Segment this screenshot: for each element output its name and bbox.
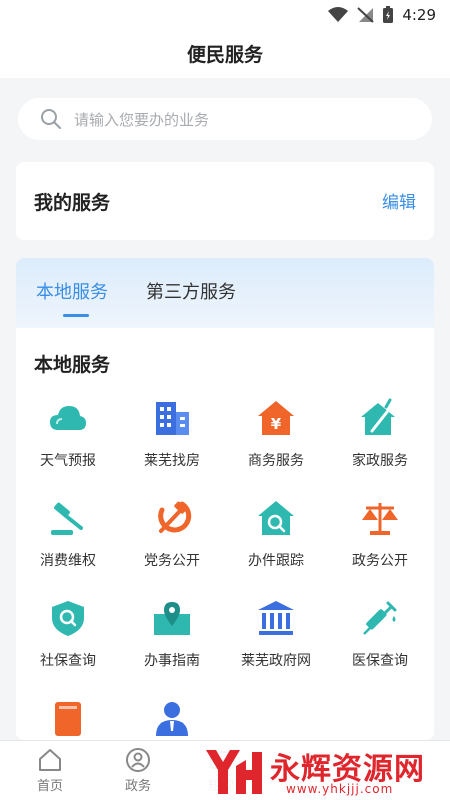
service-housing[interactable]: 莱芜找房 [120,390,224,490]
scales-icon [362,503,398,535]
service-housekeeping[interactable]: 家政服务 [328,390,432,490]
service-consumer-rights[interactable]: 消费维权 [16,490,120,590]
tab-government[interactable]: 政务 [103,747,173,794]
service-case-tracking[interactable]: 办件跟踪 [224,490,328,590]
service-gov-disclosure[interactable]: 政务公开 [328,490,432,590]
tab-local-services[interactable]: 本地服务 [36,278,108,304]
house-search-icon [258,501,294,535]
search-placeholder: 请输入您要办的业务 [74,110,210,129]
service-label: 莱芜政府网 [241,653,311,669]
status-time: 4:29 [402,6,436,24]
tab-home[interactable]: 首页 [15,747,85,794]
service-label: 党务公开 [144,553,200,569]
tab-third-party-services[interactable]: 第三方服务 [146,278,236,304]
service-label: 家政服务 [352,453,408,469]
service-business[interactable]: ¥ 商务服务 [224,390,328,490]
syringe-icon [363,601,397,635]
service-label: 消费维权 [40,553,96,569]
shield-search-icon [52,601,84,636]
watermark-url: www.yhkjjj.com [286,782,394,796]
page-title: 便民服务 [186,44,263,66]
service-weather[interactable]: 天气预报 [16,390,120,490]
house-yen-icon: ¥ [258,401,294,435]
watermark-logo [206,750,262,794]
battery-icon [383,6,394,23]
watermark: 永辉资源网 www.yhkjjj.com [196,742,450,800]
svg-text:¥: ¥ [271,415,282,433]
book-icon [55,702,81,736]
local-services-title: 本地服务 [34,354,111,376]
tab-active-indicator [63,314,89,317]
gavel-icon [51,502,83,535]
page-header: 便民服务 [0,32,450,78]
house-broom-icon [361,398,395,435]
service-label: 办件跟踪 [248,553,304,569]
wifi-icon [328,7,349,22]
service-gov-website[interactable]: 莱芜政府网 [224,590,328,690]
service-label: 政务公开 [352,553,408,569]
local-services-panel: 本地服务 天气预报 莱芜找房 ¥ 商务服务 家政服务 消费维权 党务公开 办件跟… [16,328,434,740]
status-bar: 4:29 [0,0,450,32]
service-label: 办事指南 [144,653,200,669]
service-medical-insurance[interactable]: 医保查询 [328,590,432,690]
my-services-card: 我的服务 编辑 [16,162,434,240]
government-icon [126,748,150,772]
edit-button[interactable]: 编辑 [382,188,416,213]
map-pin-icon [154,602,190,635]
service-party-affairs[interactable]: 党务公开 [120,490,224,590]
service-tabs: 本地服务 第三方服务 [16,258,434,328]
service-label: 商务服务 [248,453,304,469]
service-label: 天气预报 [40,453,96,469]
search-input[interactable]: 请输入您要办的业务 [18,98,432,140]
service-guide[interactable]: 办事指南 [120,590,224,690]
person-icon [156,702,188,736]
government-building-icon [258,601,294,635]
hammer-sickle-icon [158,501,192,533]
building-icon [156,402,189,435]
search-area: 请输入您要办的业务 [0,78,450,156]
my-services-title: 我的服务 [34,192,111,214]
status-icons: 4:29 [328,6,436,24]
service-label: 医保查询 [352,653,408,669]
tab-government-label: 政务 [124,779,151,794]
search-icon [41,109,61,129]
service-social-security[interactable]: 社保查询 [16,590,120,690]
tab-home-label: 首页 [36,779,63,794]
no-signal-icon [357,7,374,23]
cloud-icon [50,406,86,430]
service-label: 莱芜找房 [144,453,200,469]
home-icon [39,749,61,771]
service-label: 社保查询 [40,653,96,669]
